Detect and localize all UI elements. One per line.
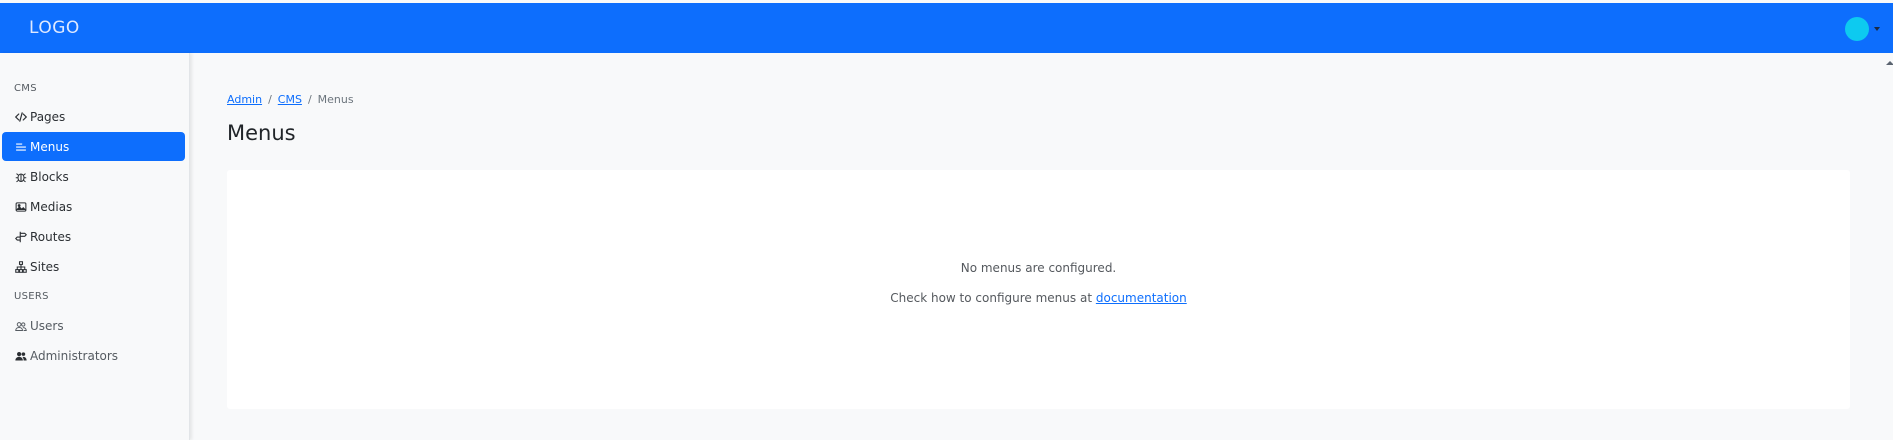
breadcrumb-separator: / bbox=[307, 93, 312, 106]
sidebar-item-label: Administrators bbox=[30, 348, 119, 363]
sidebar-item-routes[interactable]: Routes bbox=[2, 222, 185, 251]
user-avatar[interactable] bbox=[1845, 17, 1869, 41]
help-text: Check how to configure menus at bbox=[890, 291, 1093, 305]
sidebar-item-label: Menus bbox=[30, 139, 70, 154]
sidebar: CMS Pages Menus Blocks Medias Routes Sit… bbox=[0, 53, 190, 440]
people-outline-icon bbox=[14, 319, 27, 332]
sidebar-item-blocks[interactable]: Blocks bbox=[2, 162, 185, 191]
sidebar-item-label: Sites bbox=[30, 259, 60, 274]
people-fill-icon bbox=[14, 349, 27, 362]
caret-up-icon bbox=[1886, 61, 1893, 65]
sidebar-item-menus[interactable]: Menus bbox=[2, 132, 185, 161]
signpost-icon bbox=[14, 230, 27, 243]
sidebar-item-medias[interactable]: Medias bbox=[2, 192, 185, 221]
sidebar-item-administrators[interactable]: Administrators bbox=[2, 341, 185, 370]
sidebar-item-label: Pages bbox=[30, 109, 66, 124]
sidebar-item-pages[interactable]: Pages bbox=[2, 102, 185, 131]
empty-state-help: Check how to configure menus at document… bbox=[227, 291, 1850, 305]
sidebar-item-label: Medias bbox=[30, 199, 73, 214]
documentation-link[interactable]: documentation bbox=[1096, 291, 1187, 305]
sidebar-item-label: Blocks bbox=[30, 169, 69, 184]
sitemap-icon bbox=[14, 260, 27, 273]
breadcrumb-admin-link[interactable]: Admin bbox=[227, 93, 262, 106]
breadcrumb: Admin / CMS / Menus bbox=[227, 93, 354, 106]
breadcrumb-separator: / bbox=[268, 93, 272, 106]
sidebar-section-users: USERS bbox=[14, 291, 49, 302]
page-title: Menus bbox=[227, 121, 296, 145]
empty-state-message: No menus are configured. bbox=[960, 261, 1117, 275]
logo[interactable]: LOGO bbox=[29, 18, 80, 38]
breadcrumb-current: Menus bbox=[317, 93, 354, 106]
top-navbar: LOGO bbox=[0, 3, 1893, 53]
empty-state-card: No menus are configured. Check how to co… bbox=[227, 170, 1850, 409]
breadcrumb-cms-link[interactable]: CMS bbox=[278, 93, 302, 106]
sidebar-item-label: Routes bbox=[30, 229, 72, 244]
menu-lines-icon bbox=[14, 140, 27, 153]
sidebar-item-label: Users bbox=[30, 318, 64, 333]
sidebar-section-cms: CMS bbox=[14, 83, 37, 94]
code-icon bbox=[14, 110, 27, 123]
caret-down-icon[interactable] bbox=[1874, 27, 1880, 31]
image-icon bbox=[14, 200, 27, 213]
sidebar-item-users[interactable]: Users bbox=[2, 311, 185, 340]
sidebar-item-sites[interactable]: Sites bbox=[2, 252, 185, 281]
bug-icon bbox=[14, 170, 27, 183]
